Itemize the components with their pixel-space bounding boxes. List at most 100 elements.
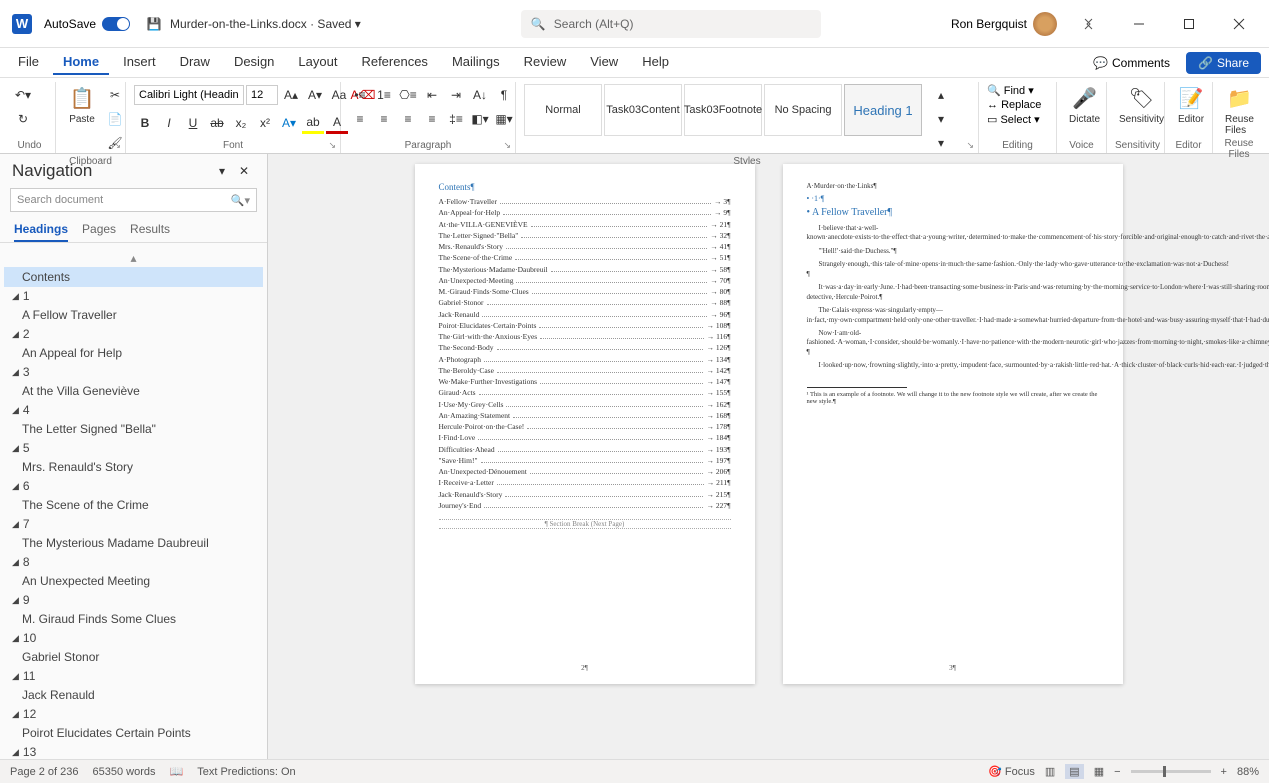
decrease-indent-button[interactable]: ⇤ (421, 84, 443, 106)
undo-button[interactable]: ↶▾ (12, 84, 34, 106)
nav-subitem[interactable]: Jack Renauld (4, 685, 263, 705)
toc-entry[interactable]: Mrs.·Renauld's·Story→ 41¶ (439, 241, 731, 252)
maximize-button[interactable] (1171, 10, 1207, 38)
comments-button[interactable]: 💬 Comments (1085, 52, 1178, 74)
font-size-select[interactable] (246, 85, 278, 105)
zoom-slider[interactable] (1131, 770, 1211, 773)
text-effects-button[interactable]: A▾ (278, 112, 300, 134)
nav-heading[interactable]: ◢ 11 (4, 667, 263, 685)
nav-subitem[interactable]: The Letter Signed "Bella" (4, 419, 263, 439)
zoom-level[interactable]: 88% (1237, 766, 1259, 778)
style-heading1[interactable]: Heading 1 (844, 84, 922, 136)
nav-close-icon[interactable]: ✕ (233, 160, 255, 182)
nav-heading[interactable]: ◢ 6 (4, 477, 263, 495)
bullets-button[interactable]: •≡ (349, 84, 371, 106)
nav-tree[interactable]: ▴ Contents ◢ 1A Fellow Traveller◢ 2An Ap… (0, 243, 267, 759)
status-page[interactable]: Page 2 of 236 (10, 766, 79, 778)
toc-entry[interactable]: Gabriel·Stonor→ 88¶ (439, 297, 731, 308)
line-spacing-button[interactable]: ‡≡ (445, 108, 467, 130)
toc-entry[interactable]: Hercule·Poirot·on·the·Case!→ 178¶ (439, 421, 731, 432)
font-name-select[interactable] (134, 85, 244, 105)
save-icon[interactable]: 💾 (146, 16, 162, 32)
nav-scroll-up[interactable]: ▴ (4, 249, 263, 267)
nav-heading[interactable]: ◢ 3 (4, 363, 263, 381)
nav-subitem[interactable]: Mrs. Renauld's Story (4, 457, 263, 477)
borders-button[interactable]: ▦▾ (493, 108, 515, 130)
grow-font-button[interactable]: A▴ (280, 84, 302, 106)
toc-entry[interactable]: The·Beroldy·Case→ 142¶ (439, 365, 731, 376)
toc-entry[interactable]: Journey's·End→ 227¶ (439, 500, 731, 511)
nav-subitem[interactable]: Gabriel Stonor (4, 647, 263, 667)
nav-subitem[interactable]: An Appeal for Help (4, 343, 263, 363)
toc-entry[interactable]: An·Appeal·for·Help→ 9¶ (439, 207, 731, 218)
select-button[interactable]: ▭ Select ▾ (987, 113, 1040, 126)
toc-entry[interactable]: Jack·Renauld's·Story→ 215¶ (439, 489, 731, 500)
nav-heading[interactable]: ◢ 4 (4, 401, 263, 419)
styles-more-button[interactable]: ▾ (930, 132, 952, 154)
clipboard-launcher-icon[interactable]: ↘ (113, 140, 121, 151)
style-task03content[interactable]: Task03Content (604, 84, 682, 136)
toc-entry[interactable]: I·Use·My·Grey·Cells→ 162¶ (439, 399, 731, 410)
increase-indent-button[interactable]: ⇥ (445, 84, 467, 106)
nav-heading[interactable]: ◢ 1 (4, 287, 263, 305)
highlight-button[interactable]: ab (302, 112, 324, 134)
toc-entry[interactable]: The·Scene·of·the·Crime→ 51¶ (439, 252, 731, 263)
style-nospacing[interactable]: No Spacing (764, 84, 842, 136)
focus-mode-button[interactable]: 🎯 Focus (988, 765, 1035, 778)
tab-home[interactable]: Home (53, 50, 109, 75)
bold-button[interactable]: B (134, 112, 156, 134)
user-account[interactable]: Ron Bergquist (951, 12, 1057, 36)
close-button[interactable] (1221, 10, 1257, 38)
web-layout-icon[interactable]: ▦ (1094, 765, 1104, 778)
numbering-button[interactable]: 1≡ (373, 84, 395, 106)
tab-references[interactable]: References (351, 50, 437, 75)
tab-design[interactable]: Design (224, 50, 284, 75)
nav-heading[interactable]: ◢ 2 (4, 325, 263, 343)
align-left-button[interactable]: ≡ (349, 108, 371, 130)
copy-button[interactable]: 📄 (104, 108, 126, 130)
nav-subitem[interactable]: An Unexpected Meeting (4, 571, 263, 591)
tab-help[interactable]: Help (632, 50, 679, 75)
nav-subitem[interactable]: The Mysterious Madame Daubreuil (4, 533, 263, 553)
status-words[interactable]: 65350 words (93, 766, 156, 778)
align-right-button[interactable]: ≡ (397, 108, 419, 130)
share-button[interactable]: 🔗 Share (1186, 52, 1261, 74)
toc-entry[interactable]: The·Mysterious·Madame·Daubreuil→ 58¶ (439, 264, 731, 275)
ribbon-options-icon[interactable] (1071, 10, 1107, 38)
toc-entry[interactable]: Difficulties·Ahead→ 193¶ (439, 444, 731, 455)
nav-tab-headings[interactable]: Headings (14, 218, 68, 242)
toc-entry[interactable]: Poirot·Elucidates·Certain·Points→ 108¶ (439, 320, 731, 331)
tab-draw[interactable]: Draw (170, 50, 220, 75)
tab-view[interactable]: View (580, 50, 628, 75)
tab-insert[interactable]: Insert (113, 50, 166, 75)
sort-button[interactable]: A↓ (469, 84, 491, 106)
minimize-button[interactable] (1121, 10, 1157, 38)
nav-dropdown-icon[interactable]: ▾ (211, 160, 233, 182)
nav-subitem[interactable]: A Fellow Traveller (4, 305, 263, 325)
tab-review[interactable]: Review (514, 50, 577, 75)
read-mode-icon[interactable]: ▥ (1045, 765, 1055, 778)
nav-heading[interactable]: ◢ 5 (4, 439, 263, 457)
style-normal[interactable]: Normal (524, 84, 602, 136)
dictate-button[interactable]: 🎤Dictate (1065, 84, 1104, 125)
find-button[interactable]: 🔍 Find ▾ (987, 84, 1034, 97)
nav-item-contents[interactable]: Contents (4, 267, 263, 287)
font-launcher-icon[interactable]: ↘ (328, 140, 336, 151)
styles-launcher-icon[interactable]: ↘ (966, 140, 974, 151)
document-title[interactable]: Murder-on-the-Links.docx · Saved ▾ (170, 17, 361, 31)
toc-entry[interactable]: "Save·Him!"→ 197¶ (439, 455, 731, 466)
styles-up-button[interactable]: ▴ (930, 84, 952, 106)
strike-button[interactable]: ab (206, 112, 228, 134)
toc-entry[interactable]: I·Receive·a·Letter→ 211¶ (439, 477, 731, 488)
toc-entry[interactable]: Jack·Renauld→ 96¶ (439, 309, 731, 320)
align-center-button[interactable]: ≡ (373, 108, 395, 130)
status-predictions[interactable]: Text Predictions: On (197, 766, 295, 778)
document-area[interactable]: Contents¶ A·Fellow·Traveller→ 3¶An·Appea… (268, 154, 1269, 759)
nav-heading[interactable]: ◢ 9 (4, 591, 263, 609)
styles-gallery[interactable]: Normal Task03Content Task03Footnote No S… (524, 84, 922, 136)
paragraph-launcher-icon[interactable]: ↘ (503, 140, 511, 151)
italic-button[interactable]: I (158, 112, 180, 134)
toggle-switch[interactable] (102, 17, 130, 31)
toc-entry[interactable]: A·Photograph→ 134¶ (439, 354, 731, 365)
nav-heading[interactable]: ◢ 13 (4, 743, 263, 759)
